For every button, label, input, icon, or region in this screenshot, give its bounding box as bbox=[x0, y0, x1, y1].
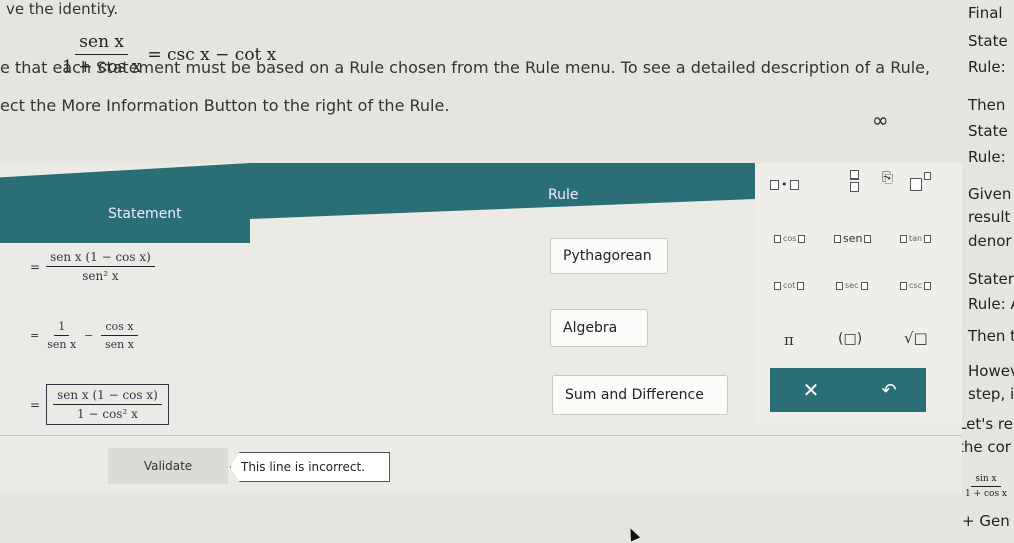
statement-3-num: sen x (1 − cos x) bbox=[53, 388, 162, 405]
key-sen[interactable]: sen bbox=[834, 232, 872, 245]
statement-row-3[interactable]: = sen x (1 − cos x) 1 − cos² x bbox=[30, 384, 169, 425]
rc-line: + Gen bbox=[962, 512, 1010, 530]
statement-1-den: sen² x bbox=[82, 269, 119, 283]
rc-line: State bbox=[968, 122, 1008, 140]
statement-row-1[interactable]: = sen x (1 − cos x) sen² x bbox=[30, 250, 155, 283]
statement-3-den: 1 − cos² x bbox=[77, 407, 138, 421]
statement-header-label: Statement bbox=[108, 206, 182, 222]
key-parentheses[interactable]: (□) bbox=[838, 331, 862, 347]
key-dot-label: • bbox=[781, 178, 788, 191]
instruction-fragment: ve the identity. bbox=[6, 0, 119, 18]
rc-fraction-num: sin x bbox=[971, 474, 1001, 487]
key-cot[interactable]: cot bbox=[774, 281, 805, 290]
rc-line: Rule: bbox=[968, 148, 1006, 166]
undo-icon[interactable]: ↶ bbox=[852, 368, 926, 412]
statement-1-num: sen x (1 − cos x) bbox=[46, 250, 155, 267]
rc-line: Howev bbox=[968, 362, 1014, 380]
key-tan-label: tan bbox=[909, 234, 923, 243]
rc-fraction-den: 1 + cos x bbox=[965, 489, 1008, 499]
rule-select-1[interactable]: Pythagorean bbox=[550, 238, 668, 274]
rc-line: denor bbox=[968, 232, 1012, 250]
instruction-line-2: ect the More Information Button to the r… bbox=[0, 96, 450, 115]
key-cos-label: cos bbox=[783, 234, 797, 243]
identity-numerator: sen x bbox=[75, 32, 129, 55]
rule-2-label: Algebra bbox=[563, 320, 618, 336]
rc-fraction: sin x 1 + cos x bbox=[965, 474, 1007, 499]
key-tan[interactable]: tan bbox=[900, 234, 932, 243]
key-sec-label: sec bbox=[845, 281, 859, 290]
rc-line: State bbox=[968, 32, 1008, 50]
rule-header-label: Rule bbox=[548, 187, 579, 203]
close-icon[interactable]: ✕ bbox=[770, 368, 852, 412]
rc-line: Then bbox=[968, 96, 1006, 114]
key-multiply-dot[interactable]: • bbox=[770, 178, 799, 191]
mouse-cursor-icon bbox=[625, 526, 641, 542]
key-csc[interactable]: csc bbox=[900, 281, 931, 290]
infinity-icon[interactable]: ∞ bbox=[872, 108, 889, 132]
key-sen-label: sen bbox=[843, 232, 863, 245]
rule-1-label: Pythagorean bbox=[563, 248, 652, 264]
rc-line: the cor bbox=[958, 438, 1011, 456]
key-sqrt[interactable]: √□ bbox=[904, 329, 928, 347]
key-cos[interactable]: cos bbox=[774, 234, 806, 243]
rc-line: Rule: bbox=[968, 58, 1006, 76]
rc-line: result bbox=[968, 208, 1011, 226]
row-divider bbox=[0, 435, 962, 436]
statement-2a-num: 1 bbox=[54, 320, 70, 336]
key-cot-label: cot bbox=[783, 281, 796, 290]
statement-2a-den: sen x bbox=[47, 338, 77, 351]
key-csc-label: csc bbox=[909, 281, 922, 290]
more-info-icon[interactable]: ⎘ bbox=[882, 170, 893, 186]
key-sec[interactable]: sec bbox=[836, 281, 868, 290]
rc-line: Rule: A bbox=[968, 295, 1014, 313]
rc-line: Given bbox=[968, 185, 1012, 203]
rule-select-2[interactable]: Algebra bbox=[550, 309, 648, 347]
key-pi[interactable]: π bbox=[784, 331, 794, 349]
instruction-line-1: e that each Statement must be based on a… bbox=[0, 58, 931, 77]
rc-line: step, it bbox=[968, 385, 1014, 403]
rc-line: Stater bbox=[968, 270, 1014, 288]
rc-line: Let's re bbox=[958, 415, 1013, 433]
key-fraction[interactable] bbox=[850, 170, 859, 192]
rule-3-label: Sum and Difference bbox=[565, 387, 704, 403]
validation-message: This line is incorrect. bbox=[230, 452, 390, 482]
rc-line: Final bbox=[968, 4, 1003, 22]
statement-2b-den: sen x bbox=[104, 338, 134, 351]
rc-line: Then t bbox=[968, 327, 1014, 345]
key-superscript[interactable] bbox=[910, 172, 931, 191]
statement-2b-num: cos x bbox=[101, 320, 138, 336]
rule-select-3[interactable]: Sum and Difference bbox=[552, 375, 728, 415]
statement-row-2[interactable]: = 1 sen x − cos x sen x bbox=[30, 320, 138, 351]
validate-button[interactable]: Validate bbox=[108, 448, 228, 484]
